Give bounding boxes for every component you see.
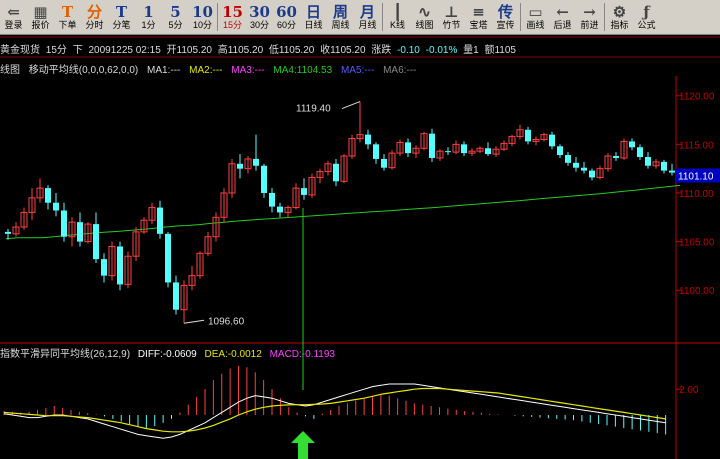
candle-body [93, 224, 99, 260]
candle-body [365, 134, 371, 145]
candle-body [269, 192, 275, 207]
y-tick-label: 1100.00 [679, 286, 715, 297]
candle-body [373, 144, 379, 159]
candle-body [157, 207, 163, 234]
candle-body [381, 158, 387, 168]
candle-body [53, 202, 59, 211]
low-marker-label: 1096.60 [208, 316, 245, 327]
y-tick-label: 1110.00 [679, 189, 714, 200]
candle-body [45, 188, 51, 203]
candle-body [429, 133, 435, 158]
candle-body [565, 155, 571, 163]
candle-body [237, 163, 243, 169]
candle-body [461, 144, 467, 154]
high-marker-line [341, 101, 361, 110]
ma4-line [5, 184, 681, 240]
candles [5, 101, 683, 324]
candle-body [5, 231, 11, 234]
candle-body [165, 233, 171, 283]
y-tick-label: 1120.00 [679, 92, 715, 103]
y-tick-label: 1105.00 [679, 238, 715, 249]
macd-tick-label: 2.00 [679, 385, 699, 396]
candle-body [581, 167, 587, 171]
candle-body [613, 156, 619, 158]
candle-body [117, 246, 123, 285]
y-tick-labels: 1120.00 1115.00 1110.00 1105.00 1100.00 [679, 92, 715, 298]
candle-body [629, 141, 635, 148]
candle-body [333, 163, 339, 182]
price-chart[interactable]: 1120.00 1115.00 1110.00 1105.00 1100.00 2.00… [0, 0, 720, 459]
candle-body [573, 162, 579, 168]
candle-body [405, 142, 411, 154]
candle-body [77, 222, 83, 242]
low-marker-line [183, 319, 205, 324]
candle-body [485, 148, 491, 155]
last-price-label: 1101.10 [678, 171, 714, 182]
candle-body [61, 210, 67, 237]
candle-body [173, 282, 179, 310]
candle-body [661, 161, 667, 171]
candle-body [277, 206, 283, 213]
candle-body [557, 146, 563, 156]
candle-body [589, 170, 595, 178]
candle-body [253, 158, 259, 166]
candle-body [261, 165, 267, 193]
candle-body [549, 134, 555, 147]
candle-body [301, 188, 307, 195]
diff-line [3, 383, 666, 439]
candle-body [637, 147, 643, 157]
high-marker-label: 1119.40 [296, 104, 331, 115]
dea-line [3, 387, 666, 433]
candle-body [101, 259, 107, 276]
candle-body [669, 170, 675, 173]
candle-body [445, 151, 451, 153]
candle-body [645, 156, 651, 166]
up-arrow-icon [291, 431, 315, 459]
candle-body [525, 129, 531, 142]
y-tick-label: 1115.00 [679, 140, 714, 151]
